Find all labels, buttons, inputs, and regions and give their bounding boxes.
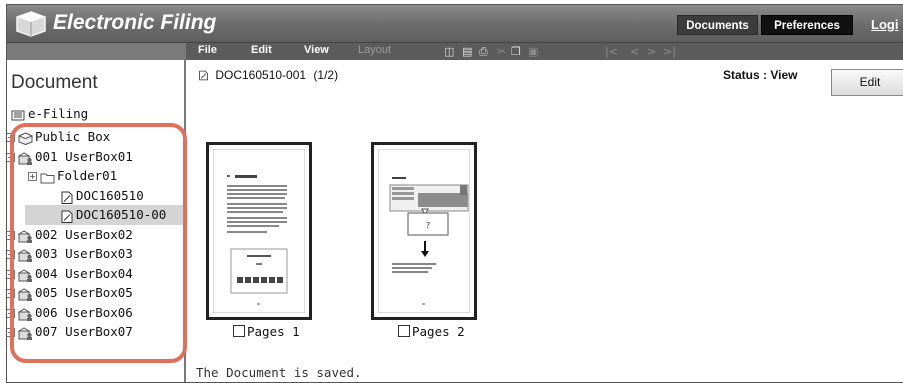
preferences-tab[interactable]: Preferences (761, 15, 853, 35)
userbox-icon (17, 248, 33, 262)
page-2-checkbox[interactable] (398, 325, 410, 337)
tree-item-label: DOC160510-00 (76, 207, 167, 222)
tree-item-label: 004 UserBox04 (35, 265, 133, 281)
expand-icon[interactable]: + (7, 308, 15, 318)
tree-item-label: 002 UserBox02 (35, 226, 133, 242)
app-logo-icon (16, 11, 46, 37)
document-icon (59, 190, 74, 204)
tree-item[interactable]: DOC160510 (59, 186, 144, 206)
tree-item[interactable]: +002 UserBox02 (7, 225, 133, 245)
menu-bar: File Edit View Layout ◫ ▤ ⎙ ✂ ❐ ▣ |< < >… (7, 43, 903, 60)
tree-item[interactable]: DOC160510-00 (25, 205, 185, 225)
status-message: The Document is saved. (196, 365, 362, 380)
electronic-filing-window: Electronic Filing Documents Preferences … (6, 4, 903, 383)
document-icon (59, 209, 74, 223)
layout-menu[interactable]: Layout (358, 44, 391, 56)
title-bar: Electronic Filing Documents Preferences … (7, 5, 903, 43)
userbox-icon (17, 326, 33, 340)
last-page-icon[interactable]: >| (663, 45, 676, 58)
documents-tab[interactable]: Documents (677, 15, 758, 35)
tree-root-label: e-Filing (28, 106, 89, 121)
tree-item-label: 006 UserBox06 (35, 304, 133, 320)
userbox-icon (17, 151, 33, 165)
collapse-icon[interactable]: − (7, 152, 15, 162)
prev-page-icon[interactable]: < (630, 45, 639, 58)
tree-item[interactable]: +007 UserBox07 (7, 322, 133, 342)
tree-item-label: Folder01 (57, 168, 118, 183)
status-text: Status : View (723, 68, 798, 82)
expand-icon[interactable]: + (7, 289, 15, 298)
page-indicator: (1/2) (313, 68, 339, 82)
tree-item[interactable]: + Folder01 (28, 166, 117, 186)
tree-item[interactable]: +004 UserBox04 (7, 264, 133, 284)
tree-item[interactable]: +005 UserBox05 (7, 283, 133, 303)
box-icon (17, 131, 34, 146)
tree-item[interactable]: +003 UserBox03 (7, 244, 133, 264)
pane-heading: Document (11, 72, 98, 93)
edit-button[interactable]: Edit (831, 69, 903, 96)
login-link[interactable]: Logi (871, 15, 903, 35)
folder-icon (40, 170, 55, 184)
menu-bar-left-strip (7, 43, 186, 60)
userbox-icon (17, 229, 33, 243)
app-title: Electronic Filing (53, 11, 217, 34)
page-thumbnail-2[interactable]: ? (371, 142, 477, 320)
save-icon[interactable]: ▤ (462, 45, 472, 58)
tree-item[interactable]: + Public Box (7, 127, 111, 147)
tree-item-label: Public Box (35, 129, 111, 144)
userbox-icon (17, 307, 33, 321)
document-title: DOC160510-001 (215, 68, 307, 82)
expand-icon[interactable]: + (7, 133, 15, 142)
tree-item[interactable]: +006 UserBox06 (7, 303, 133, 323)
page-2-preview: ? (378, 149, 470, 313)
paste-icon[interactable]: ▣ (528, 45, 538, 58)
tree-item-label: 005 UserBox05 (35, 285, 133, 300)
document-tree-pane: Document e-Filing + Public Box − 001 UserBo… (7, 60, 187, 382)
page-2-select[interactable]: Pages 2 (398, 324, 465, 339)
userbox-icon (17, 268, 33, 282)
page-2-label: Pages 2 (412, 324, 465, 339)
next-page-icon[interactable]: > (647, 45, 656, 58)
expand-icon[interactable]: + (7, 230, 15, 240)
document-icon (199, 71, 208, 81)
edit-menu[interactable]: Edit (251, 44, 272, 56)
tree-item-label: 007 UserBox07 (35, 324, 133, 339)
expand-icon[interactable]: + (7, 328, 15, 337)
page-thumbnail-1[interactable] (206, 142, 312, 320)
page-1-select[interactable]: Pages 1 (233, 324, 300, 339)
rotate-icon[interactable]: ◫ (444, 45, 454, 58)
page-1-preview (213, 149, 305, 313)
expand-icon[interactable]: + (28, 172, 37, 181)
popup-mark: ? (426, 221, 430, 230)
tree-root-efiling[interactable]: e-Filing (11, 106, 88, 121)
file-menu[interactable]: File (198, 44, 217, 56)
document-header: DOC160510-001 (1/2) (198, 68, 338, 82)
page-1-label: Pages 1 (247, 324, 300, 339)
expand-icon[interactable]: + (7, 250, 15, 259)
print-icon[interactable]: ⎙ (479, 45, 488, 59)
page-1-checkbox[interactable] (233, 325, 245, 337)
cut-icon[interactable]: ✂ (497, 45, 506, 58)
tree-item-label: 003 UserBox03 (35, 246, 133, 261)
tree-item[interactable]: − 001 UserBox01 (7, 147, 133, 167)
expand-icon[interactable]: + (7, 269, 15, 279)
tree-item-label: 001 UserBox01 (35, 148, 133, 164)
document-view: DOC160510-001 (1/2) Status : View Edit P… (188, 60, 903, 382)
tree-item-label: DOC160510 (76, 187, 144, 203)
copy-icon[interactable]: ❐ (511, 45, 521, 58)
userbox-icon (17, 287, 33, 301)
efiling-root-icon (11, 110, 25, 121)
first-page-icon[interactable]: |< (605, 45, 618, 58)
view-menu[interactable]: View (304, 44, 329, 56)
